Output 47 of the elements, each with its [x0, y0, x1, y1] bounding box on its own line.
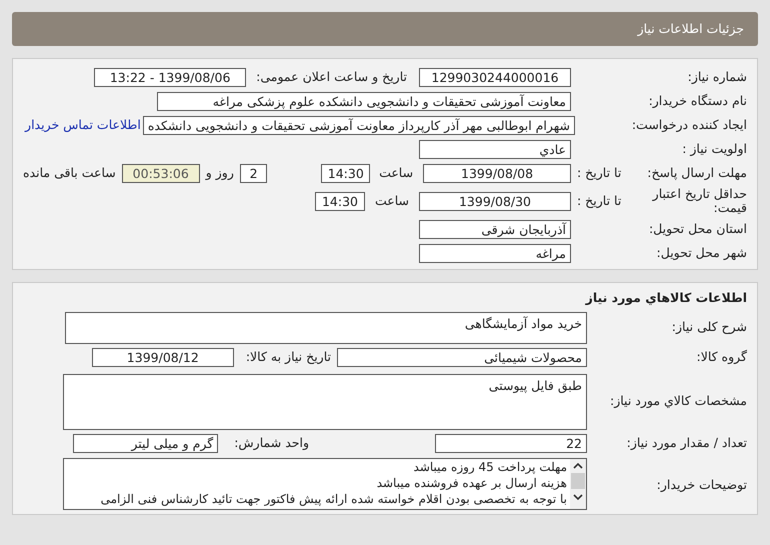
field-value: عادي	[419, 140, 571, 158]
field-label: ساعت	[378, 164, 414, 182]
field-label: مهلت ارسال پاسخ:	[646, 166, 747, 180]
scroll-thumb[interactable]	[571, 472, 585, 489]
field-value: آذربایجان شرقی	[419, 220, 571, 238]
field-label: تاریخ نیاز به کالا:	[246, 348, 331, 366]
field-label: استان محل تحویل:	[648, 220, 747, 238]
scroll-down-icon[interactable]	[573, 492, 583, 501]
field-label: ساعت باقی مانده	[23, 164, 116, 182]
scroll-up-icon[interactable]	[573, 462, 583, 470]
field-label: تا تاریخ :	[577, 164, 622, 182]
text-line: با توجه به تخصصی بودن اقلام خواسته شده ارائه پیش فاکتور جهت تائید کارشناس فنی الزامی	[100, 490, 567, 507]
field-value: 1399/08/30	[419, 192, 571, 210]
field-label: توضیحات خریدار:	[656, 476, 747, 494]
contact-info-link[interactable]: اطلاعات تماس خریدار	[25, 116, 141, 134]
field-value: مراغه	[419, 244, 571, 262]
field-value: محصولات شیمیائی	[337, 348, 587, 368]
field-value: 1399/08/12	[92, 348, 234, 368]
section-title: اطلاعات کالاهاي مورد نياز	[584, 289, 747, 307]
field-label: ایجاد کننده درخواست:	[630, 116, 747, 134]
field-label: شهر محل تحویل:	[656, 244, 747, 262]
field-label: تا تاریخ :	[577, 192, 622, 210]
page-title: جزئیات اطلاعات نیاز	[638, 20, 744, 38]
field-value: 14:30	[321, 164, 370, 182]
field-value: 22	[435, 434, 587, 454]
field-label: اولویت نیاز :	[681, 140, 747, 158]
text-area: خرید مواد آزمایشگاهی	[65, 312, 587, 344]
field-value: 1299030244000016	[419, 68, 571, 86]
field-label: روز و	[206, 164, 234, 182]
field-label: حداقل تاریخ اعتبار قیمت:	[651, 186, 747, 216]
text-line: مهلت پرداخت 45 روزه میباشد	[412, 458, 567, 475]
field-value: معاونت آموزشی تحقیقات و دانشجویی دانشکده علوم پزشکی مراغه	[157, 92, 571, 110]
field-value: 1399/08/06 - 13:22	[94, 68, 246, 86]
field-label: ساعت	[374, 192, 409, 210]
field-label: نام دستگاه خریدار:	[648, 92, 747, 110]
field-label: شماره نیاز:	[686, 68, 747, 86]
field-value: گرم و میلی لیتر	[73, 434, 218, 454]
timer-field: 00:53:06	[122, 164, 200, 182]
text-line: هزینه ارسال بر عهده فروشنده میباشد	[376, 474, 567, 491]
field-value: 2	[240, 164, 268, 182]
field-label: واحد شمارش:	[234, 434, 309, 452]
field-value: 1399/08/08	[423, 164, 571, 182]
field-value: شهرام ابوطالبی مهر آذر کارپرداز معاونت آموزشی تحقیقات و دانشجویی دانشکده	[142, 116, 575, 134]
field-label: مشخصات كالاي مورد نياز:	[609, 392, 747, 410]
field-label: تاریخ و ساعت اعلان عمومی:	[256, 68, 407, 86]
field-value: 14:30	[315, 192, 365, 210]
text-area: طبق فایل پیوستی	[63, 374, 587, 430]
